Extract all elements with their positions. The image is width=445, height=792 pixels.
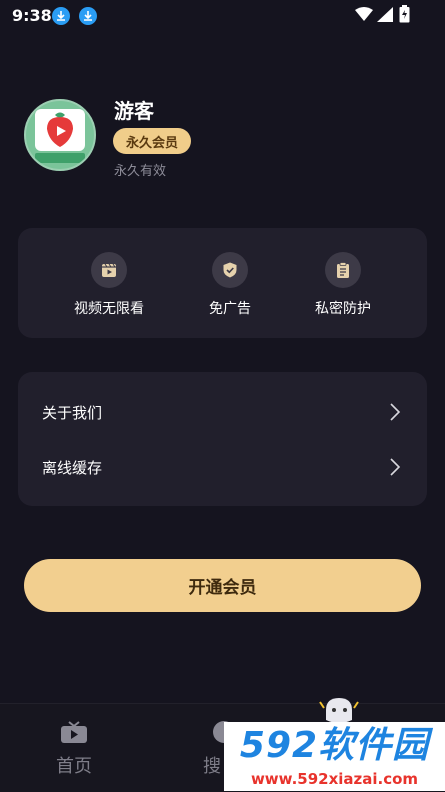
benefit-label: 私密防护: [315, 301, 371, 317]
open-vip-button[interactable]: 开通会员: [24, 559, 421, 612]
menu-label: 离线缓存: [42, 459, 103, 477]
watermark-url: www.592xiazai.com: [250, 770, 419, 788]
nav-item-home[interactable]: 首页: [44, 720, 104, 778]
vip-validity: 永久有效: [114, 164, 167, 179]
benefit-privacy: 私密防护: [283, 252, 403, 318]
strawberry-logo-icon: [35, 109, 85, 151]
battery-icon: [399, 5, 410, 23]
wifi-icon: [355, 7, 373, 21]
profile-name: 游客: [114, 99, 154, 123]
shield-check-icon: [212, 252, 248, 288]
video-clapper-icon: [91, 252, 127, 288]
menu-item-offline-cache[interactable]: 离线缓存: [18, 439, 427, 495]
clipboard-icon: [325, 252, 361, 288]
avatar-caption: [35, 153, 85, 163]
nav-label: 首页: [56, 756, 92, 777]
watermark-title: 592软件园: [239, 725, 430, 766]
menu-card: 关于我们 离线缓存: [18, 372, 427, 506]
status-bar: 9:38: [0, 0, 445, 30]
download-icon: [52, 7, 70, 25]
benefit-unlimited-video: 视频无限看: [49, 252, 169, 318]
benefit-label: 视频无限看: [74, 301, 144, 317]
download-icon: [79, 7, 97, 25]
avatar[interactable]: [24, 99, 96, 171]
menu-label: 关于我们: [42, 404, 103, 422]
status-time: 9:38: [12, 6, 52, 25]
chevron-right-icon: [390, 403, 401, 421]
benefit-label: 免广告: [209, 301, 251, 317]
benefit-no-ads: 免广告: [170, 252, 290, 318]
benefits-card: 视频无限看 免广告 私密防护: [18, 228, 427, 338]
vip-badge: 永久会员: [113, 128, 191, 154]
tv-icon: [61, 721, 87, 743]
chevron-right-icon: [390, 458, 401, 476]
menu-item-about-us[interactable]: 关于我们: [18, 384, 427, 440]
signal-icon: [377, 7, 393, 22]
watermark: 592软件园 www.592xiazai.com: [224, 722, 445, 791]
